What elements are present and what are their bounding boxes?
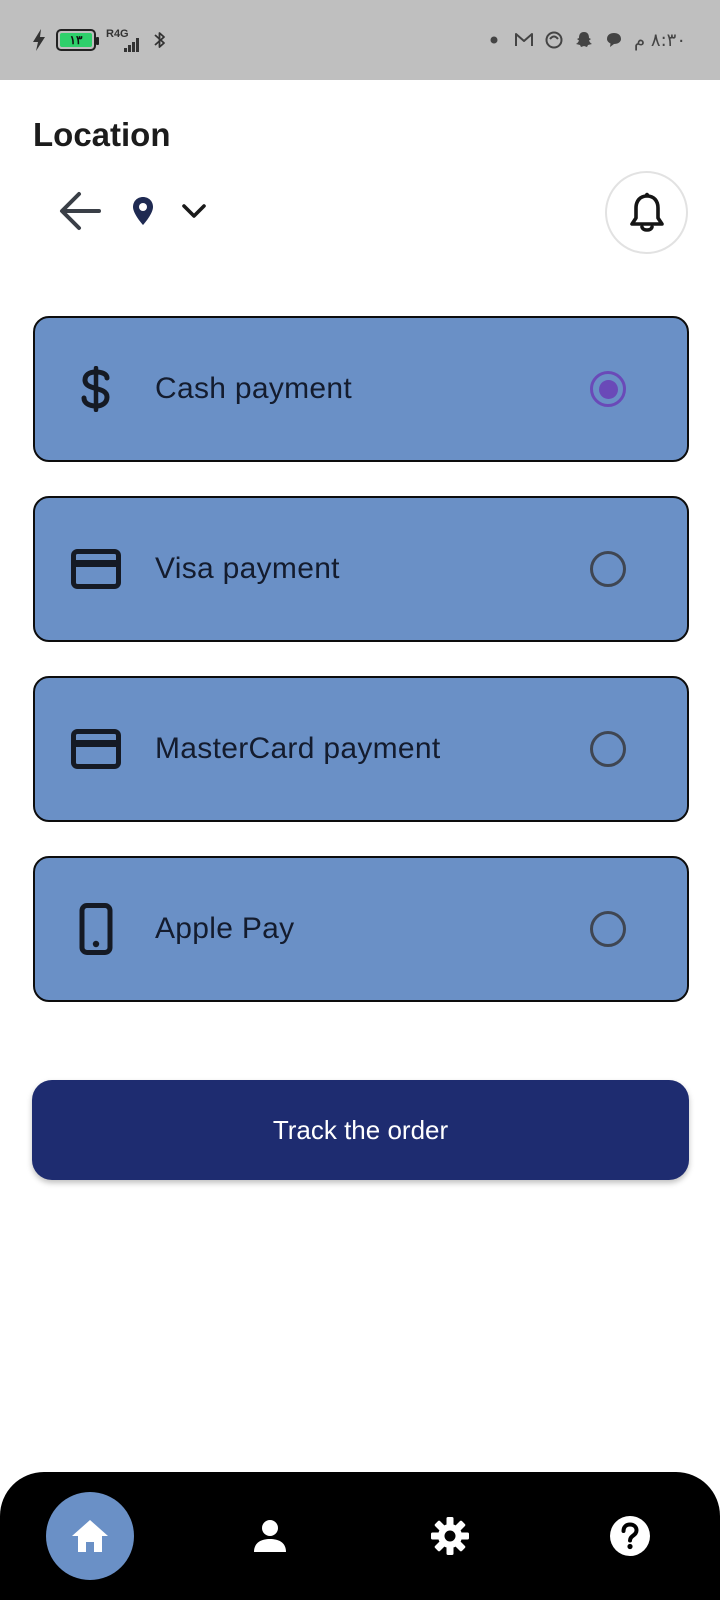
status-bar-right: ٨:٣٠ م: [484, 30, 686, 51]
app-notification-icon: [545, 31, 563, 49]
notification-dot-icon: [490, 36, 498, 44]
payment-method-list: Cash payment Visa payment MasterCard pay…: [33, 316, 689, 1036]
battery-level: ١٣: [69, 33, 83, 47]
credit-card-icon: [69, 722, 123, 776]
home-icon: [72, 1520, 108, 1552]
track-order-button[interactable]: Track the order: [32, 1080, 689, 1180]
person-icon: [254, 1520, 286, 1552]
arrow-back-icon: [60, 192, 101, 230]
gmail-icon: [515, 33, 534, 46]
payment-radio-mastercard[interactable]: [590, 731, 626, 767]
payment-option-visa[interactable]: Visa payment: [33, 496, 689, 642]
bottom-navigation-bar: [0, 1472, 720, 1600]
payment-option-apple-pay[interactable]: Apple Pay: [33, 856, 689, 1002]
nav-profile[interactable]: [226, 1492, 314, 1580]
help-icon: [610, 1516, 650, 1556]
back-button[interactable]: [52, 186, 106, 236]
payment-radio-apple-pay[interactable]: [590, 911, 626, 947]
nav-home[interactable]: [46, 1492, 134, 1580]
status-bar-left: ١٣ R4G: [32, 28, 170, 52]
notifications-button[interactable]: [605, 171, 688, 254]
dollar-icon: [69, 362, 123, 416]
payment-option-label: Cash payment: [155, 372, 353, 405]
chevron-down-icon: [182, 204, 206, 218]
location-pin-icon[interactable]: [130, 196, 156, 226]
snapchat-icon: [576, 32, 593, 47]
status-bar: ١٣ R4G ٨:٣٠ م: [0, 0, 720, 80]
nav-settings[interactable]: [406, 1492, 494, 1580]
bell-icon: [629, 192, 664, 232]
payment-screen: ١٣ R4G ٨:٣٠ م Location Cash payment Visa…: [0, 0, 720, 1600]
location-dropdown-button[interactable]: [176, 196, 212, 226]
network-signal-icon: R4G: [106, 28, 140, 52]
payment-option-mastercard[interactable]: MasterCard payment: [33, 676, 689, 822]
payment-option-label: Apple Pay: [155, 912, 295, 945]
smartphone-icon: [69, 902, 123, 956]
payment-radio-cash[interactable]: [590, 371, 626, 407]
payment-option-label: Visa payment: [155, 552, 340, 585]
settings-gear-icon: [431, 1517, 469, 1555]
charging-bolt-icon: [33, 29, 45, 51]
battery-icon: ١٣: [56, 29, 99, 51]
status-time: ٨:٣٠ م: [634, 29, 686, 51]
page-title: Location: [33, 116, 171, 153]
nav-help[interactable]: [586, 1492, 674, 1580]
payment-option-cash[interactable]: Cash payment: [33, 316, 689, 462]
payment-radio-visa[interactable]: [590, 551, 626, 587]
bluetooth-icon: [154, 32, 165, 48]
payment-option-label: MasterCard payment: [155, 732, 441, 765]
chat-bubble-icon: [607, 33, 622, 47]
credit-card-icon: [69, 542, 123, 596]
